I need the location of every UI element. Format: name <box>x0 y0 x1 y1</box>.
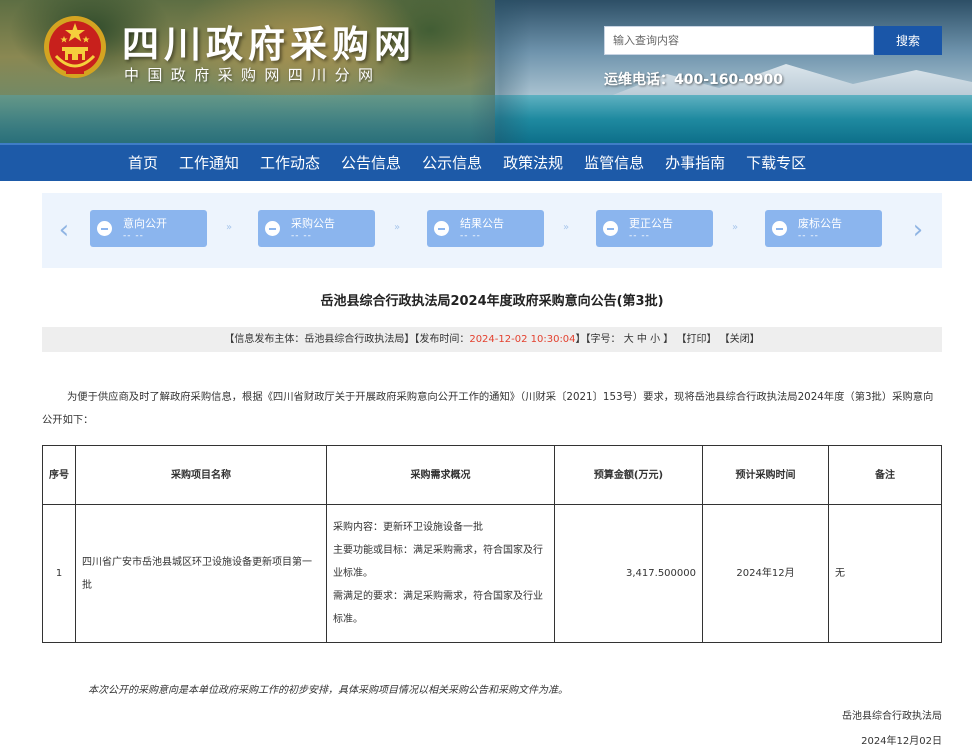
print-link[interactable]: 【打印】 <box>676 334 716 345</box>
stage-date: -- -- <box>460 231 481 241</box>
col-header-project-name: 采购项目名称 <box>75 445 327 505</box>
stage-date: -- -- <box>123 231 144 241</box>
meta-publisher: 【信息发布主体：岳池县综合行政执法局】【发布时间： <box>224 334 470 345</box>
close-link[interactable]: 【关闭】 <box>720 334 760 345</box>
nav-item-downloads[interactable]: 下载专区 <box>736 145 816 181</box>
article-intro: 为便于供应商及时了解政府采购信息，根据《四川省财政厅关于开展政府采购意向公开工作… <box>42 391 934 426</box>
search-button[interactable]: 搜索 <box>874 26 942 55</box>
banner-blend <box>470 0 530 143</box>
stage-date: -- -- <box>798 231 819 241</box>
stage-abandoned[interactable]: 废标公告 -- -- <box>765 210 882 247</box>
requirement-criteria: 需满足的要求：满足采购需求，符合国家及行业标准。 <box>333 591 543 625</box>
banner-river-image <box>0 95 495 143</box>
article-footnote: 本次公开的采购意向是本单位政府采购工作的初步安排，具体采购项目情况以相关采购公告… <box>88 685 568 696</box>
cell-no: 1 <box>42 504 76 643</box>
hotline-text: 运维电话：400-160-0900 <box>604 72 784 88</box>
chevron-left-icon[interactable]: ‹ <box>54 215 74 245</box>
requirement-function: 主要功能或目标：满足采购需求，符合国家及行业标准。 <box>333 545 543 579</box>
stage-result[interactable]: 结果公告 -- -- <box>427 210 544 247</box>
col-header-time: 预计采购时间 <box>702 445 829 505</box>
cell-project-name: 四川省广安市岳池县城区环卫设施设备更新项目第一批 <box>75 504 327 643</box>
table-header-row: 序号 采购项目名称 采购需求概况 预算金额(万元) 预计采购时间 备注 <box>42 445 942 505</box>
header-banner: 四川政府采购网 中国政府采购网四川分网 搜索 运维电话：400-160-0900 <box>0 0 972 143</box>
search-input[interactable] <box>604 26 874 55</box>
meta-publish-time: 2024-12-02 10:30:04 <box>469 334 576 345</box>
nav-item-work-notice[interactable]: 工作通知 <box>169 145 249 181</box>
cell-remarks: 无 <box>828 504 942 643</box>
col-header-remarks: 备注 <box>828 445 942 505</box>
chevron-double-right-icon: » <box>394 222 400 233</box>
font-size-medium-link[interactable]: 中 <box>637 334 647 345</box>
article-title: 岳池县综合行政执法局2024年度政府采购意向公告(第3批) <box>320 294 664 309</box>
minus-circle-icon <box>265 221 280 236</box>
stage-procurement[interactable]: 采购公告 -- -- <box>258 210 375 247</box>
chevron-right-icon[interactable]: › <box>908 215 928 245</box>
meta-font-size-end: 】 <box>663 334 674 345</box>
main-nav: 首页 工作通知 工作动态 公告信息 公示信息 政策法规 监管信息 办事指南 下载… <box>0 143 972 181</box>
nav-item-guide[interactable]: 办事指南 <box>655 145 735 181</box>
nav-item-announcements[interactable]: 公告信息 <box>331 145 411 181</box>
table-row: 1 四川省广安市岳池县城区环卫设施设备更新项目第一批 采购内容：更新环卫设施设备… <box>42 504 942 643</box>
chevron-double-right-icon: » <box>563 222 569 233</box>
minus-circle-icon <box>97 221 112 236</box>
stage-label: 采购公告 <box>291 217 335 230</box>
stage-label: 废标公告 <box>798 217 842 230</box>
stage-label: 意向公开 <box>123 217 167 230</box>
requirement-content: 采购内容：更新环卫设施设备一批 <box>333 522 483 533</box>
site-subtitle: 中国政府采购网四川分网 <box>124 66 382 84</box>
stage-intent[interactable]: 意向公开 -- -- <box>90 210 207 247</box>
stage-date: -- -- <box>629 231 650 241</box>
nav-item-supervision[interactable]: 监管信息 <box>574 145 654 181</box>
national-emblem-icon <box>44 16 106 78</box>
font-size-small-link[interactable]: 小 <box>650 334 660 345</box>
nav-item-work-news[interactable]: 工作动态 <box>250 145 330 181</box>
stage-label: 更正公告 <box>629 217 673 230</box>
article-signature: 岳池县综合行政执法局 <box>842 711 942 722</box>
stage-date: -- -- <box>291 231 312 241</box>
cell-requirements: 采购内容：更新环卫设施设备一批 主要功能或目标：满足采购需求，符合国家及行业标准… <box>326 504 555 643</box>
procurement-intent-table: 序号 采购项目名称 采购需求概况 预算金额(万元) 预计采购时间 备注 1 四川… <box>42 445 942 643</box>
col-header-budget: 预算金额(万元) <box>554 445 703 505</box>
nav-item-policies[interactable]: 政策法规 <box>493 145 573 181</box>
cell-time: 2024年12月 <box>702 504 829 643</box>
chevron-double-right-icon: » <box>226 222 232 233</box>
meta-font-size-label: 】【字号： <box>575 334 621 345</box>
minus-circle-icon <box>434 221 449 236</box>
col-header-no: 序号 <box>42 445 76 505</box>
stage-correction[interactable]: 更正公告 -- -- <box>596 210 713 247</box>
nav-item-publicity[interactable]: 公示信息 <box>412 145 492 181</box>
font-size-large-link[interactable]: 大 <box>624 334 634 345</box>
cell-budget: 3,417.500000 <box>554 504 703 643</box>
chevron-double-right-icon: » <box>732 222 738 233</box>
procurement-stage-bar: ‹ 意向公开 -- -- » 采购公告 -- -- » 结果公告 -- -- »… <box>42 193 942 268</box>
stage-label: 结果公告 <box>460 217 504 230</box>
nav-item-home[interactable]: 首页 <box>118 145 168 181</box>
article-date: 2024年12月02日 <box>861 736 942 747</box>
minus-circle-icon <box>603 221 618 236</box>
site-title: 四川政府采购网 <box>122 22 416 66</box>
banner-lake-image <box>495 95 972 143</box>
minus-circle-icon <box>772 221 787 236</box>
article-meta-bar: 【信息发布主体：岳池县综合行政执法局】【发布时间：2024-12-02 10:3… <box>42 327 942 352</box>
col-header-requirements: 采购需求概况 <box>326 445 555 505</box>
